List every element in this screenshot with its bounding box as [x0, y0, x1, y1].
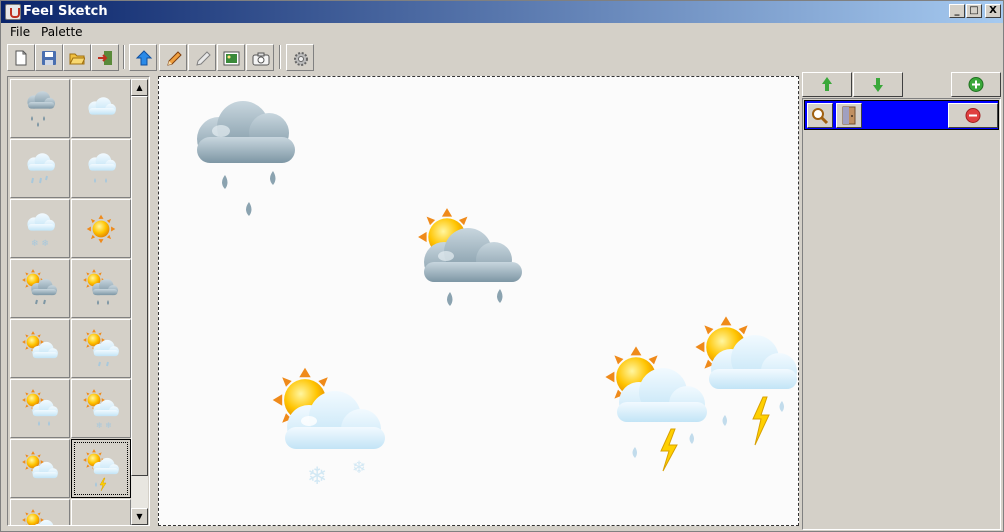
layer-row-selected[interactable] [804, 100, 999, 130]
select-tool-button[interactable] [129, 44, 157, 71]
save-button[interactable] [35, 44, 63, 71]
add-layer-button[interactable] [951, 72, 1001, 97]
add-icon [968, 77, 984, 92]
minimize-button[interactable]: _ [949, 4, 965, 18]
down-arrow-icon [873, 78, 883, 92]
palette-cell-cloud-snow[interactable]: ❄ ❄ [10, 199, 70, 258]
sun-cloud-partial-icon [22, 509, 54, 525]
cloud-snow-icon: ❄ ❄ [27, 213, 55, 249]
sticker-sun-cloud-snow[interactable]: ❄ ❄ [272, 367, 385, 490]
toolbar-separator [279, 45, 281, 69]
open-button[interactable] [63, 44, 91, 71]
palette-scrollbar[interactable]: ▲ ▼ [131, 79, 148, 525]
sun-icon [86, 214, 116, 244]
exit-icon [98, 51, 112, 65]
scroll-up-button[interactable]: ▲ [131, 79, 148, 96]
close-button[interactable]: X [985, 4, 1001, 18]
rain-cloud-icon [27, 91, 55, 127]
exit-button[interactable] [91, 44, 119, 71]
new-file-icon [15, 50, 27, 66]
sticker-sun-cloud-thunder-2[interactable] [695, 316, 797, 446]
menu-bar: File Palette [1, 23, 1003, 42]
sun-cloud-drops-icon [22, 389, 58, 426]
layers-panel [802, 72, 1002, 530]
sun-cloud-icon [22, 331, 58, 359]
sun-cloud-rain-icon [83, 329, 119, 367]
sticker-rain-cloud[interactable] [197, 101, 295, 216]
cloud-drizzle-icon [88, 153, 116, 183]
palette-cell-sun-cloud[interactable] [10, 319, 70, 378]
sun-cloud-thunder-icon [83, 449, 119, 492]
image-tool-button[interactable] [217, 44, 245, 71]
sun-cloud-snow-icon: ❄ ❄ [83, 389, 119, 430]
pencil-tool-button[interactable] [159, 44, 187, 71]
layer-list [802, 98, 1001, 530]
app-window: Feel Sketch _ □ X File Palette ❄ ❄ ❄ ❄ ▲… [0, 0, 1004, 532]
settings-icon [294, 52, 308, 66]
scroll-down-button[interactable]: ▼ [131, 508, 148, 525]
svg-text:❄: ❄ [352, 458, 366, 478]
toolbar [3, 43, 1001, 73]
palette-cell-cloud-drizzle[interactable] [71, 139, 131, 198]
maximize-button[interactable]: □ [966, 4, 982, 18]
palette-cell-sun-cloud-light[interactable] [10, 439, 70, 498]
camera-icon [252, 52, 270, 66]
eraser-tool-button[interactable] [188, 44, 216, 71]
palette-cell-sun-storm-cloud[interactable] [71, 259, 131, 318]
new-file-button[interactable] [7, 44, 35, 71]
save-icon [42, 51, 56, 65]
camera-tool-button[interactable] [246, 44, 274, 71]
sun-storm-cloud-icon [83, 269, 118, 305]
menu-palette[interactable]: Palette [37, 25, 87, 39]
sun-rain-cloud-icon [22, 269, 57, 305]
palette-cell-sun-cloud-drops[interactable] [10, 379, 70, 438]
cloud-showers-icon [27, 153, 55, 184]
title-bar[interactable]: Feel Sketch _ □ X [1, 1, 1003, 23]
palette-cell-sun-cloud-thunder[interactable] [71, 439, 131, 498]
remove-layer-button[interactable] [948, 103, 998, 128]
palette-cell-sun-cloud-rain[interactable] [71, 319, 131, 378]
svg-text:❄: ❄ [307, 462, 327, 490]
cloud-icon [88, 97, 116, 115]
move-layer-down-button[interactable] [853, 72, 903, 97]
palette-cell-empty[interactable] [71, 499, 131, 525]
canvas-drawing: ❄ ❄ [197, 101, 797, 490]
palette-cell-cloud-showers[interactable] [10, 139, 70, 198]
layer-visibility-button[interactable] [836, 103, 862, 128]
toolbar-separator [123, 45, 125, 69]
sticker-sun-cloud-thunder[interactable] [605, 346, 707, 472]
menu-file[interactable]: File [6, 25, 34, 39]
palette-cell-sun-cloud-partial[interactable] [10, 499, 70, 525]
window-title: Feel Sketch [23, 4, 108, 19]
magnifier-icon [812, 108, 829, 125]
svg-text:❄ ❄: ❄ ❄ [31, 239, 49, 249]
image-icon [223, 51, 240, 66]
palette-cell-rain-cloud[interactable] [10, 79, 70, 138]
eraser-icon [196, 51, 211, 66]
up-arrow-icon [822, 77, 832, 91]
palette-cell-cloud[interactable] [71, 79, 131, 138]
weather-palette: ❄ ❄ ❄ ❄ ▲ ▼ [7, 76, 150, 526]
sticker-sun-rain-cloud[interactable] [418, 208, 522, 306]
scroll-thumb[interactable] [131, 96, 148, 476]
remove-icon [965, 108, 981, 123]
settings-button[interactable] [286, 44, 314, 71]
arrow-icon [135, 50, 153, 66]
svg-text:❄ ❄: ❄ ❄ [96, 421, 112, 430]
drawing-canvas[interactable]: ❄ ❄ [158, 76, 799, 526]
palette-cell-sun-cloud-snow[interactable]: ❄ ❄ [71, 379, 131, 438]
palette-cell-sun-rain-cloud[interactable] [10, 259, 70, 318]
move-layer-up-button[interactable] [802, 72, 852, 97]
sun-cloud-light-icon [22, 451, 58, 479]
pencil-icon [167, 51, 182, 66]
java-app-icon [5, 4, 21, 20]
door-icon [842, 106, 856, 125]
open-folder-icon [69, 53, 85, 65]
layer-zoom-button[interactable] [807, 103, 833, 128]
palette-cell-sun[interactable] [71, 199, 131, 258]
